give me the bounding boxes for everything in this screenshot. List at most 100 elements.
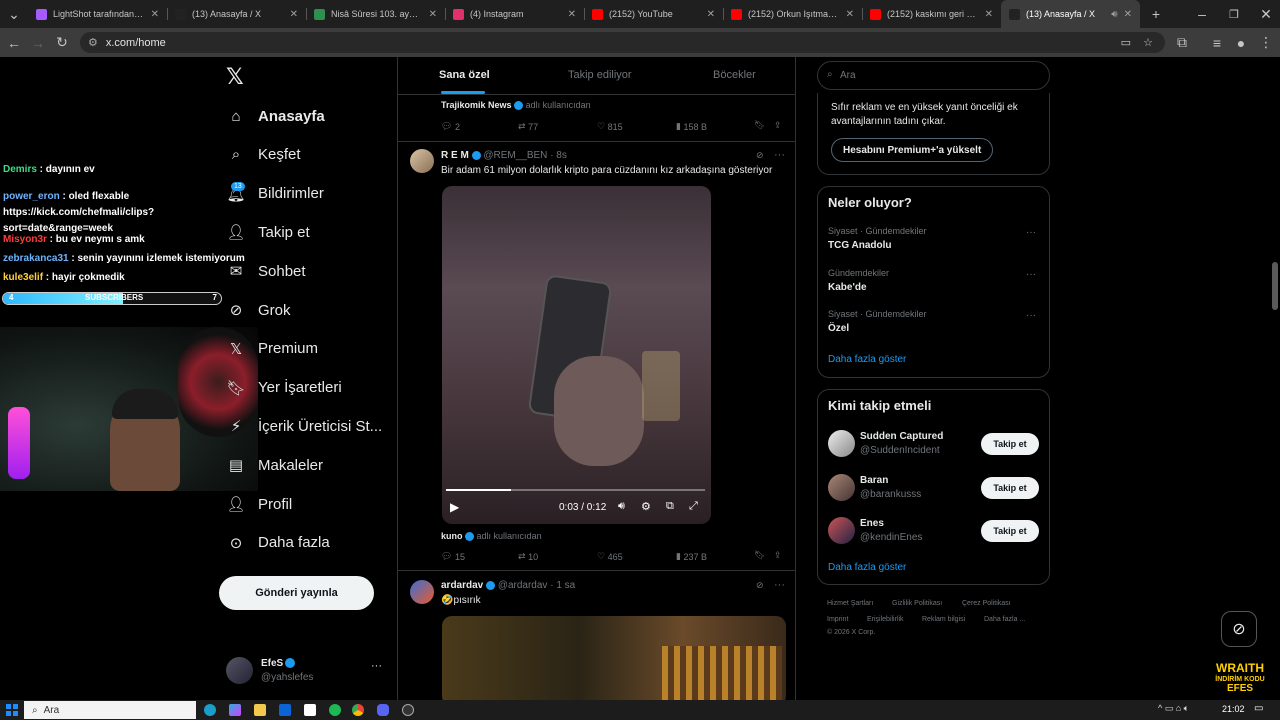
nav-item[interactable]: ⚡ İçerik Üreticisi St... bbox=[226, 412, 382, 440]
browser-tab[interactable]: (2152) kaskımı geri ver or ✕ bbox=[862, 0, 1001, 28]
avatar[interactable] bbox=[410, 580, 434, 604]
like-button[interactable]: ♡ 465 bbox=[597, 551, 623, 562]
avatar[interactable] bbox=[410, 149, 434, 173]
fullscreen-icon[interactable]: ⤢ bbox=[689, 500, 698, 513]
grok-icon[interactable]: ⊘ bbox=[756, 150, 764, 161]
follow-handle[interactable]: @SuddenIncident bbox=[860, 445, 940, 456]
play-icon[interactable]: ▶ bbox=[450, 500, 459, 514]
follow-button[interactable]: Takip et bbox=[981, 520, 1039, 542]
volume-icon[interactable]: 🔊︎ bbox=[618, 500, 625, 513]
notification-icon[interactable]: ▭ bbox=[1254, 703, 1263, 714]
nav-item[interactable]: 👤︎ Takip et bbox=[226, 218, 309, 246]
follow-handle[interactable]: @barankusss bbox=[860, 489, 921, 500]
reply-button[interactable]: 💬︎ 2 bbox=[441, 121, 460, 132]
author-handle[interactable]: @ardardav bbox=[498, 580, 548, 591]
trend-name[interactable]: Kabe'de bbox=[828, 282, 867, 293]
page-scrollbar[interactable] bbox=[1272, 262, 1278, 310]
tab-close-icon[interactable]: ✕ bbox=[429, 9, 437, 20]
profile-icon[interactable]: ● bbox=[1229, 31, 1253, 55]
chrome-icon[interactable] bbox=[352, 704, 364, 716]
grok-float-button[interactable]: ⊘ bbox=[1221, 611, 1257, 647]
tab-close-icon[interactable]: ✕ bbox=[151, 9, 159, 20]
tab-close-icon[interactable]: ✕ bbox=[707, 9, 715, 20]
repost-button[interactable]: ⇄ 77 bbox=[518, 121, 538, 132]
more-dots-icon[interactable]: ··· bbox=[774, 579, 785, 591]
avatar[interactable] bbox=[828, 430, 855, 457]
obs-icon[interactable] bbox=[402, 704, 414, 716]
tab-lists[interactable]: Böcekler bbox=[713, 69, 756, 81]
footer-link[interactable]: Gizlilik Politikası bbox=[892, 600, 942, 607]
trend-name[interactable]: TCG Anadolu bbox=[828, 240, 892, 251]
tab-for-you[interactable]: Sana özel bbox=[439, 69, 490, 81]
premium-upgrade-button[interactable]: Hesabını Premium+'a yükselt bbox=[831, 138, 994, 162]
spotify-icon[interactable] bbox=[329, 704, 341, 716]
footer-link[interactable]: Reklam bilgisi bbox=[922, 616, 965, 623]
like-button[interactable]: ♡ 815 bbox=[597, 121, 623, 132]
tab-close-icon[interactable]: ✕ bbox=[290, 9, 298, 20]
browser-tab[interactable]: Nisâ Sûresi 103. ayeti ve t ✕ bbox=[306, 0, 445, 28]
post-image[interactable] bbox=[442, 616, 786, 700]
footer-link[interactable]: Çerez Politikası bbox=[962, 600, 1011, 607]
tab-close-icon[interactable]: ✕ bbox=[568, 9, 576, 20]
source-name[interactable]: Trajikomik News bbox=[441, 100, 512, 110]
nav-item[interactable]: ⌕ Keşfet bbox=[226, 141, 301, 169]
nav-item[interactable]: ▤ Makaleler bbox=[226, 451, 323, 479]
tab-close-icon[interactable]: ✕ bbox=[1124, 9, 1132, 20]
tray-icons[interactable]: ^ ▭ ⌂ 🔈︎ bbox=[1158, 703, 1189, 714]
reload-icon[interactable]: ↻ bbox=[50, 31, 74, 55]
edge-icon[interactable] bbox=[204, 704, 216, 716]
follow-name[interactable]: Sudden Captured bbox=[860, 431, 943, 442]
follow-handle[interactable]: @kendinEnes bbox=[860, 532, 922, 543]
grok-icon[interactable]: ⊘ bbox=[756, 580, 764, 591]
restore-icon[interactable]: ❐ bbox=[1222, 2, 1246, 26]
search-input[interactable]: Ara bbox=[840, 70, 856, 81]
bookmark-icon[interactable]: 🔖︎ bbox=[754, 550, 765, 561]
nav-item[interactable]: ⌂ Anasayfa bbox=[226, 102, 324, 130]
media-icon[interactable]: ≡ bbox=[1205, 31, 1229, 55]
browser-tab[interactable]: (13) Anasayfa / X ✕ bbox=[167, 0, 306, 28]
footer-link[interactable]: Hizmet Şartları bbox=[827, 600, 873, 607]
author-name[interactable]: R E M bbox=[441, 150, 469, 161]
author-name[interactable]: ardardav bbox=[441, 580, 483, 591]
bookmark-star-icon[interactable]: ☆ bbox=[1143, 36, 1153, 49]
nav-item[interactable]: 👤︎ Profil bbox=[226, 490, 292, 518]
views-button[interactable]: ▮ 158 B bbox=[676, 121, 707, 132]
post-time[interactable]: · 1 sa bbox=[550, 580, 575, 591]
back-icon[interactable]: ← bbox=[2, 31, 26, 55]
files-icon[interactable] bbox=[254, 704, 266, 716]
follow-button[interactable]: Takip et bbox=[981, 476, 1039, 499]
more-dots-icon[interactable]: ··· bbox=[371, 660, 382, 672]
outlook-icon[interactable] bbox=[279, 704, 291, 716]
nav-item[interactable]: 🔖︎ Yer İşaretleri bbox=[226, 374, 341, 402]
site-info-icon[interactable]: ⚙ bbox=[88, 36, 98, 49]
close-window-icon[interactable]: ✕ bbox=[1254, 2, 1278, 26]
forward-icon[interactable]: → bbox=[26, 31, 50, 55]
extensions-icon[interactable]: ⧉ bbox=[1170, 31, 1194, 55]
app-icon[interactable] bbox=[304, 704, 316, 716]
tab-audio-icon[interactable]: 🔊︎ bbox=[1111, 9, 1117, 20]
copilot-icon[interactable] bbox=[229, 704, 241, 716]
bookmark-icon[interactable]: 🔖︎ bbox=[754, 120, 765, 131]
discord-icon[interactable] bbox=[377, 704, 389, 716]
more-dots-icon[interactable]: ··· bbox=[774, 149, 785, 161]
views-button[interactable]: ▮ 237 B bbox=[676, 551, 707, 562]
clock[interactable]: 21:02 bbox=[1222, 704, 1245, 714]
nav-item[interactable]: ⊙ Daha fazla bbox=[226, 529, 330, 557]
settings-icon[interactable]: ⚙ bbox=[641, 500, 651, 513]
follow-name[interactable]: Enes bbox=[860, 518, 884, 529]
share-icon[interactable]: ⇪ bbox=[774, 120, 782, 131]
post-button[interactable]: Gönderi yayınla bbox=[219, 576, 374, 610]
footer-link[interactable]: Imprint bbox=[827, 616, 848, 623]
new-tab-button[interactable]: + bbox=[1144, 2, 1168, 26]
browser-tab[interactable]: (13) Anasayfa / X 🔊︎ ✕ bbox=[1001, 0, 1140, 28]
nav-item[interactable]: 𝕏 Premium bbox=[226, 335, 318, 363]
more-dots-icon[interactable]: ··· bbox=[1026, 269, 1036, 280]
minimize-icon[interactable]: – bbox=[1190, 2, 1214, 26]
menu-icon[interactable]: ⋮ bbox=[1254, 31, 1278, 55]
address-bar[interactable]: ⚙ x.com/home ▭ ☆ bbox=[80, 32, 1165, 53]
footer-link[interactable]: Daha fazla ... bbox=[984, 616, 1025, 623]
more-dots-icon[interactable]: ··· bbox=[1026, 310, 1036, 321]
follow-button[interactable]: Takip et bbox=[981, 433, 1039, 455]
browser-tab[interactable]: (2152) YouTube ✕ bbox=[584, 0, 723, 28]
browser-tab[interactable]: LightShot tarafından Ekra ✕ bbox=[28, 0, 167, 28]
